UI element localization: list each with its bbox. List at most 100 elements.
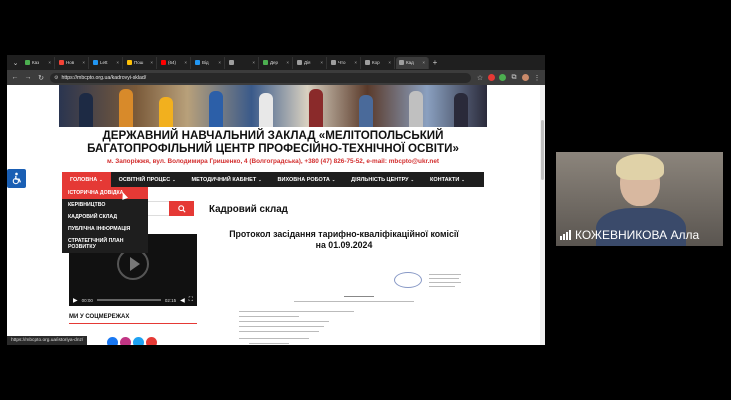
- new-tab-button[interactable]: +: [430, 58, 440, 67]
- nav-item[interactable]: ДІЯЛЬНІСТЬ ЦЕНТРУ ⌄: [343, 172, 422, 187]
- profile-avatar[interactable]: [522, 74, 529, 81]
- browser-tab[interactable]: Нов ×: [56, 56, 89, 69]
- dropdown-item[interactable]: СТРАТЕГІЧНИЙ ПЛАН РОЗВИТКУ: [62, 235, 148, 253]
- scrollbar[interactable]: [540, 85, 545, 345]
- nav-item[interactable]: ОСВІТНІЙ ПРОЦЕС ⌄: [111, 172, 184, 187]
- instagram-icon[interactable]: [120, 337, 131, 345]
- tab-close-icon[interactable]: ×: [286, 60, 289, 65]
- nav-item[interactable]: ГОЛОВНА ⌄: [62, 172, 111, 187]
- scan-line: [239, 321, 329, 322]
- browser-tab[interactable]: Пош ×: [124, 56, 157, 69]
- browser-tab[interactable]: Дер ×: [260, 56, 293, 69]
- chevron-down-icon: ⌄: [461, 177, 465, 182]
- site-title-line: ДЕРЖАВНИЙ НАВЧАЛЬНИЙ ЗАКЛАД «МЕЛІТОПОЛЬС…: [102, 129, 444, 142]
- social-divider: [69, 323, 197, 324]
- player-progress-bar[interactable]: [96, 299, 161, 301]
- wheelchair-icon: [12, 172, 22, 185]
- nav-item-label: ГОЛОВНА: [70, 176, 98, 183]
- tab-close-icon[interactable]: ×: [116, 60, 119, 65]
- tab-close-icon[interactable]: ×: [388, 60, 391, 65]
- tab-favicon-icon: [195, 60, 200, 65]
- participant-hair: [616, 154, 664, 180]
- browser-window: ⌄ Каз × Нов × Lett × Пош × (64) × Від × × Дер × Дія × Что…: [7, 55, 545, 345]
- extension-icon[interactable]: [499, 74, 506, 81]
- tab-close-icon[interactable]: ×: [252, 60, 255, 65]
- extensions-puzzle-icon[interactable]: ⧉: [510, 74, 518, 82]
- tab-close-icon[interactable]: ×: [82, 60, 85, 65]
- tab-close-icon[interactable]: ×: [150, 60, 153, 65]
- reload-icon[interactable]: ↻: [37, 74, 45, 82]
- site-address: м. Запоріжжя, вул. Володимира Гришенко, …: [106, 158, 439, 165]
- dropdown-item[interactable]: ІСТОРИЧНА ДОВІДКА: [62, 187, 148, 199]
- browser-tab[interactable]: Каз ×: [22, 56, 55, 69]
- browser-tab[interactable]: ×: [226, 56, 259, 69]
- tab-close-icon[interactable]: ×: [320, 60, 323, 65]
- youtube-icon[interactable]: [146, 337, 157, 345]
- dropdown-item[interactable]: КАДРОВИЙ СКЛАД: [62, 211, 148, 223]
- tab-bar: ⌄ Каз × Нов × Lett × Пош × (64) × Від × × Дер × Дія × Что…: [7, 55, 545, 70]
- extension-icon[interactable]: [488, 74, 495, 81]
- main-nav: ГОЛОВНА ⌄ ОСВІТНІЙ ПРОЦЕС ⌄ МЕТОДИЧНИЙ КАБІН…: [62, 172, 484, 187]
- browser-tab[interactable]: Кад ×: [396, 56, 429, 69]
- play-icon[interactable]: ▶: [73, 297, 78, 304]
- browser-tab[interactable]: Кор ×: [362, 56, 395, 69]
- site-title-line: БАГАТОПРОФІЛЬНИЙ ЦЕНТР ПРОФЕСІЙНО-ТЕХНІЧ…: [87, 142, 459, 155]
- stamp-image: [394, 272, 422, 288]
- site-info-icon[interactable]: ⚙: [54, 75, 58, 81]
- bookmark-star-icon[interactable]: ☆: [476, 74, 484, 82]
- forward-icon[interactable]: →: [24, 74, 32, 81]
- fullscreen-icon[interactable]: ⛶: [189, 297, 193, 304]
- player-duration: 02:15: [164, 297, 177, 303]
- scan-line: [249, 343, 289, 344]
- chevron-down-icon: ⌄: [331, 177, 336, 182]
- telegram-icon[interactable]: [133, 337, 144, 345]
- nav-item[interactable]: КОНТАКТИ ⌄: [422, 172, 473, 187]
- tab-label: Дер: [270, 60, 279, 65]
- tab-close-icon[interactable]: ×: [354, 60, 357, 65]
- browser-tab[interactable]: Дія ×: [294, 56, 327, 69]
- address-bar[interactable]: ⚙ https://mbcpto.org.ua/kadrovyi-sklad/: [50, 72, 471, 83]
- nav-item[interactable]: ВИХОВНА РОБОТА ⌄: [270, 172, 344, 187]
- scan-line: [429, 274, 461, 275]
- tab-close-icon[interactable]: ×: [184, 60, 187, 65]
- toolbar-right: ☆ ⧉ ⋮: [476, 74, 541, 82]
- screen: ⌄ Каз × Нов × Lett × Пош × (64) × Від × × Дер × Дія × Что…: [0, 0, 731, 400]
- dropdown-item[interactable]: ПУБЛІЧНА ІНФОРМАЦІЯ: [62, 223, 148, 235]
- tab-close-icon[interactable]: ×: [422, 60, 425, 65]
- tab-label: Пош: [134, 60, 144, 65]
- site-content: ДЕРЖАВНИЙ НАВЧАЛЬНИЙ ЗАКЛАД «МЕЛІТОПОЛЬС…: [59, 85, 487, 345]
- page-title: Кадровий склад: [209, 204, 288, 215]
- volume-icon[interactable]: ◀: [180, 297, 185, 304]
- back-icon[interactable]: ←: [11, 74, 19, 81]
- document-scan-image: [234, 268, 464, 345]
- tab-close-icon[interactable]: ×: [48, 60, 51, 65]
- document-title: Протокол засідання тарифно-кваліфікаційн…: [209, 229, 479, 251]
- browser-tab[interactable]: Lett ×: [90, 56, 123, 69]
- scan-line: [239, 311, 354, 312]
- web-page: ДЕРЖАВНИЙ НАВЧАЛЬНИЙ ЗАКЛАД «МЕЛІТОПОЛЬС…: [7, 85, 545, 345]
- browser-tab[interactable]: (64) ×: [158, 56, 191, 69]
- scrollbar-thumb[interactable]: [541, 120, 544, 180]
- document-title-line: на 01.09.2024: [315, 240, 373, 250]
- tab-favicon-icon: [297, 60, 302, 65]
- menu-kebab-icon[interactable]: ⋮: [533, 74, 541, 82]
- document-title-line: Протокол засідання тарифно-кваліфікаційн…: [229, 229, 459, 239]
- facebook-icon[interactable]: [107, 337, 118, 345]
- browser-tab[interactable]: Что ×: [328, 56, 361, 69]
- nav-item[interactable]: МЕТОДИЧНИЙ КАБІНЕТ ⌄: [184, 172, 270, 187]
- tab-label: Что: [338, 60, 346, 65]
- tab-close-icon[interactable]: ×: [218, 60, 221, 65]
- scan-line: [429, 282, 461, 283]
- address-url[interactable]: https://mbcpto.org.ua/kadrovyi-sklad/: [61, 75, 146, 81]
- toolbar: ← → ↻ ⚙ https://mbcpto.org.ua/kadrovyi-s…: [7, 70, 545, 85]
- browser-tab[interactable]: Від ×: [192, 56, 225, 69]
- tab-favicon-icon: [59, 60, 64, 65]
- social-title: МИ У СОЦМЕРЕЖАХ: [69, 314, 130, 320]
- accessibility-button[interactable]: [7, 169, 26, 188]
- participant-video-tile[interactable]: КОЖЕВНИКОВА Алла: [556, 152, 723, 246]
- dropdown-item[interactable]: КЕРІВНИЦТВО: [62, 199, 148, 211]
- tab-search-icon[interactable]: ⌄: [10, 57, 21, 68]
- participant-name: КОЖЕВНИКОВА Алла: [575, 228, 700, 242]
- search-button[interactable]: [169, 201, 194, 216]
- scan-line: [239, 331, 319, 332]
